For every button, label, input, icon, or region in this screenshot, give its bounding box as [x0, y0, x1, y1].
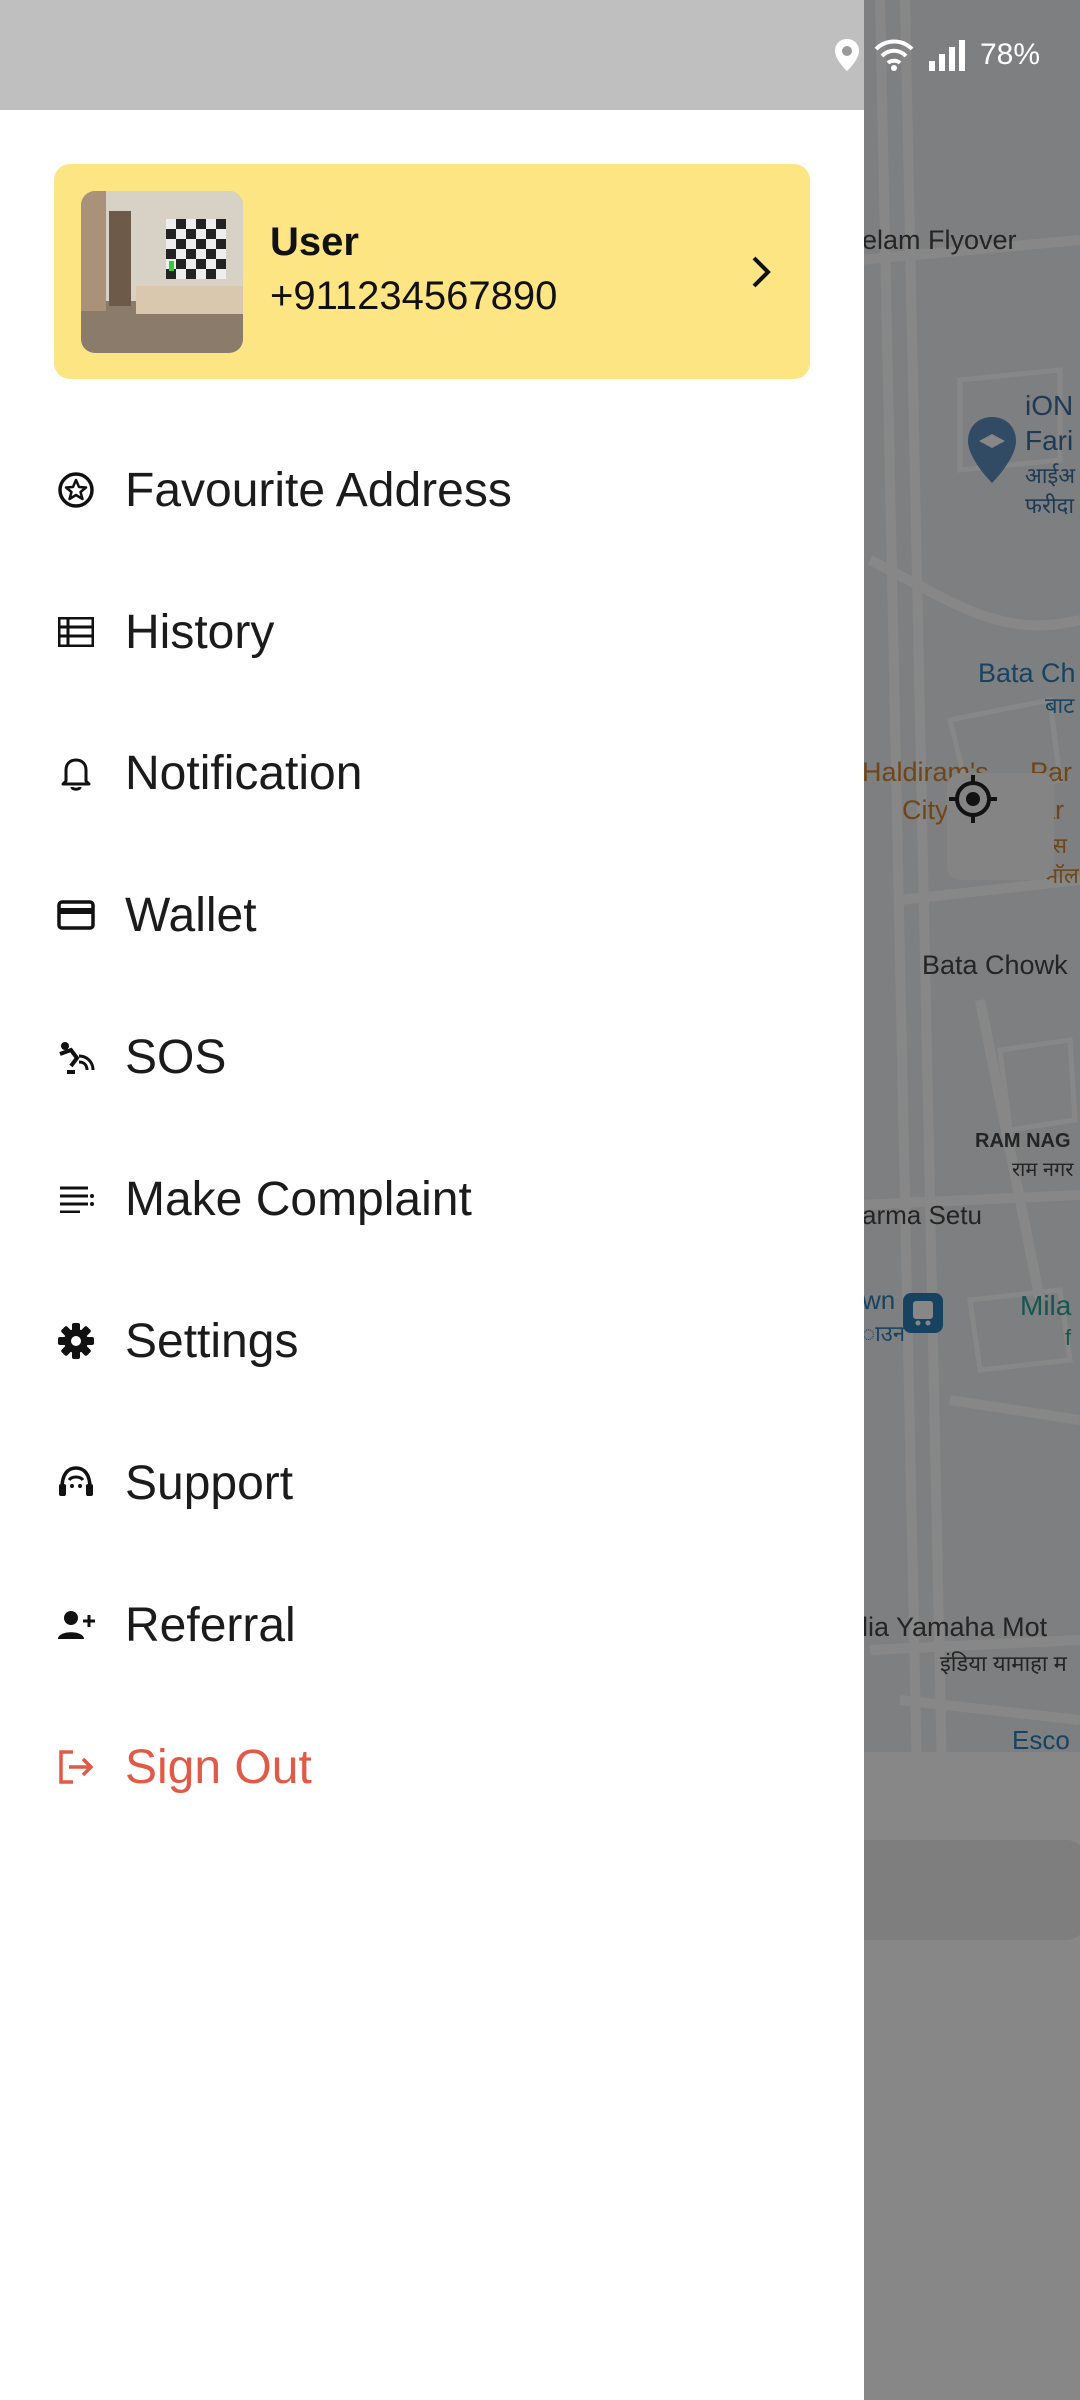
- menu-item-wallet[interactable]: Wallet: [0, 860, 864, 970]
- location-icon: [834, 39, 859, 71]
- menu-item-support[interactable]: Support: [0, 1428, 864, 1538]
- menu-label: Wallet: [125, 888, 257, 942]
- signal-icon: [928, 40, 965, 71]
- status-bar-drawer-overlay: [0, 0, 864, 110]
- chevron-right-icon: [752, 256, 771, 288]
- sos-icon: [56, 1037, 96, 1077]
- sign-out-icon: [56, 1747, 96, 1787]
- profile-name: User: [270, 220, 359, 264]
- menu-label: Favourite Address: [125, 463, 512, 517]
- navigation-drawer: User +911234567890 Favourite Address His…: [0, 110, 864, 2400]
- menu-label: Make Complaint: [125, 1172, 472, 1226]
- status-bar: 78%: [0, 0, 1080, 110]
- list-icon: [56, 612, 96, 652]
- card-icon: [56, 895, 96, 935]
- menu-item-sos[interactable]: SOS: [0, 1002, 864, 1112]
- menu-label: Referral: [125, 1598, 296, 1652]
- battery-percent: 78%: [979, 38, 1040, 71]
- menu-item-favourite-address[interactable]: Favourite Address: [0, 435, 864, 545]
- add-person-icon: [56, 1605, 96, 1645]
- menu-label: Support: [125, 1456, 294, 1510]
- menu-item-referral[interactable]: Referral: [0, 1570, 864, 1680]
- status-icons: 78%: [834, 38, 1040, 72]
- profile-card[interactable]: User +911234567890: [54, 164, 810, 379]
- support-icon: [56, 1463, 96, 1503]
- wifi-icon: [874, 39, 914, 71]
- bell-icon: [56, 753, 96, 793]
- menu-item-history[interactable]: History: [0, 577, 864, 687]
- gear-icon: [56, 1321, 96, 1361]
- menu-label: Notification: [125, 746, 363, 800]
- menu-label: History: [125, 605, 275, 659]
- menu-label: Settings: [125, 1314, 299, 1368]
- menu-item-notification[interactable]: Notification: [0, 718, 864, 828]
- menu-item-make-complaint[interactable]: Make Complaint: [0, 1144, 864, 1254]
- avatar: [81, 191, 243, 353]
- profile-phone: +911234567890: [270, 274, 558, 318]
- menu-label: SOS: [125, 1030, 227, 1084]
- menu-item-sign-out[interactable]: Sign Out: [0, 1712, 864, 1822]
- complaint-icon: [56, 1179, 96, 1219]
- menu-item-settings[interactable]: Settings: [0, 1286, 864, 1396]
- star-circle-icon: [56, 470, 96, 510]
- menu-label: Sign Out: [125, 1740, 312, 1794]
